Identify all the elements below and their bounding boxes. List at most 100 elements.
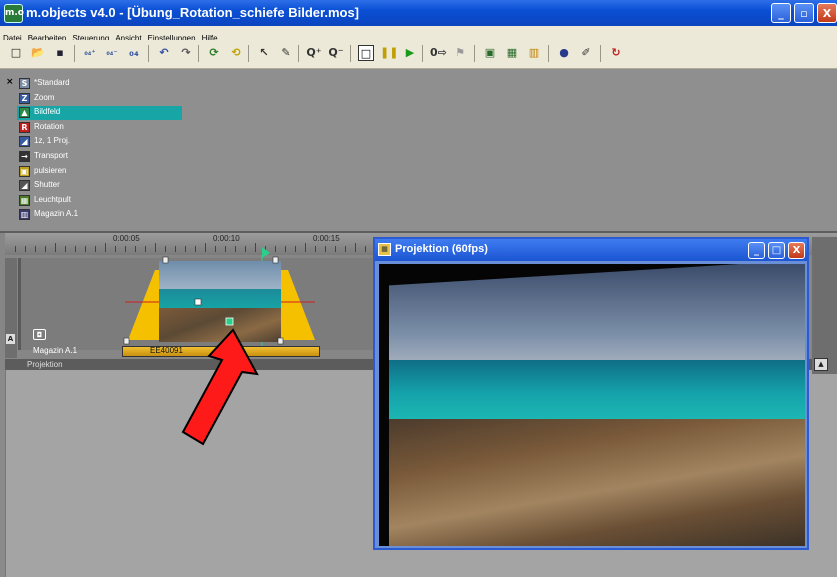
close-button[interactable]: X <box>817 3 837 23</box>
object-list-item[interactable]: Z Zoom <box>17 92 182 106</box>
object-list-item[interactable]: S *Standard <box>17 77 182 91</box>
ruler-label: 0:00:05 <box>113 234 140 243</box>
track-side-strip: A <box>5 258 17 358</box>
ruler-tick <box>355 243 356 252</box>
minimize-button[interactable]: _ <box>771 3 791 23</box>
projection-minimize-button[interactable]: _ <box>748 242 765 259</box>
toolbar-separator <box>198 45 199 62</box>
cycle-icon[interactable]: ⟳ <box>206 45 222 61</box>
ruler-tick <box>105 243 106 252</box>
ruler-tick <box>35 246 36 252</box>
app-icon[interactable]: m.o <box>4 4 24 23</box>
object-list-item[interactable]: ◢ 1z, 1 Proj. <box>17 135 182 149</box>
magazine-icon[interactable]: ▥ <box>526 45 542 61</box>
toolbar-separator <box>74 45 75 62</box>
play-icon[interactable]: ▶ <box>402 45 418 61</box>
cycle-alt-icon[interactable]: ⟲ <box>228 45 244 61</box>
toolbar-separator <box>148 45 149 62</box>
rotation-handle-icon <box>225 317 234 326</box>
object-panel: × S *Standard Z Zoom ▲ Bildfeld R Rotation ◢ 1z, … <box>0 69 837 233</box>
object-type-icon: ◢ <box>19 180 30 192</box>
stop-icon[interactable]: □ <box>358 45 374 61</box>
screen-icon[interactable]: ▦ <box>504 45 520 61</box>
object-list-item[interactable]: ▣ pulsieren <box>17 165 182 179</box>
object-type-icon: Z <box>19 92 30 104</box>
object-list-item[interactable]: ▦ Leuchtpult <box>17 194 182 208</box>
clip-label: EE40091 <box>150 346 183 355</box>
pointer-icon[interactable]: ↖ <box>256 45 272 61</box>
ruler-tick <box>45 246 46 252</box>
annotation-arrow-icon <box>181 328 259 446</box>
object-label: Transport <box>34 151 68 160</box>
maximize-button[interactable]: ▫ <box>794 3 814 23</box>
toolbar-separator <box>600 45 601 62</box>
camera-icon[interactable]: ◘ <box>33 329 46 340</box>
projection-preview-image <box>379 264 805 546</box>
object-remove-icon[interactable]: ₀₄⁻ <box>104 45 120 61</box>
toolbar-separator <box>474 45 475 62</box>
light-table-icon[interactable]: ▣ <box>482 45 498 61</box>
toolbar-separator <box>248 45 249 62</box>
object-type-icon: R <box>19 121 30 133</box>
pause-icon[interactable]: ❚❚ <box>380 45 398 61</box>
object-type-icon: ◢ <box>19 136 30 148</box>
ruler-tick <box>25 246 26 252</box>
zoom-out-icon[interactable]: Q⁻ <box>328 45 344 61</box>
projection-window-icon: ▦ <box>378 243 391 256</box>
scroll-up-icon[interactable]: ▲ <box>814 358 828 371</box>
zoom-in-icon[interactable]: Q⁺ <box>306 45 322 61</box>
toolbar-separator <box>350 45 351 62</box>
open-folder-icon[interactable]: 📂 <box>30 45 46 61</box>
keyframe-handle <box>272 256 279 264</box>
counter-icon[interactable]: 0⇨ <box>430 45 447 61</box>
object-label: Shutter <box>34 180 60 190</box>
object-label: Leuchtpult <box>34 194 71 204</box>
ruler-tick <box>335 246 336 252</box>
object-label: pulsieren <box>34 165 67 175</box>
ruler-tick <box>75 246 76 252</box>
object-label: Rotation <box>34 121 64 131</box>
ruler-label: 0:00:15 <box>313 234 340 243</box>
object-type-icon: ▥ <box>19 209 30 221</box>
object-icon[interactable]: ₀₄ <box>126 45 142 61</box>
projection-window[interactable]: ▦ Projektion (60fps) _ □ X <box>373 237 809 550</box>
object-label: Magazin A.1 <box>34 209 79 219</box>
object-list-item[interactable]: → Transport <box>17 150 182 164</box>
draw-icon[interactable]: ✎ <box>278 45 294 61</box>
panel-close-icon[interactable]: × <box>6 77 14 87</box>
projection-track-label: Projektion <box>27 360 63 369</box>
object-label: 1z, 1 Proj. <box>34 136 71 146</box>
object-add-icon[interactable]: ₀₄⁺ <box>82 45 98 61</box>
object-list-item[interactable]: R Rotation <box>17 121 182 135</box>
ruler-tick <box>55 243 56 252</box>
toolbar-separator <box>298 45 299 62</box>
object-type-icon: → <box>19 151 30 162</box>
projection-maximize-button[interactable]: □ <box>768 242 785 259</box>
wand-icon[interactable]: ✐ <box>578 45 594 61</box>
projection-window-title: Projektion (60fps) <box>395 243 488 255</box>
undo-icon[interactable]: ↶ <box>156 45 172 61</box>
object-list-item[interactable]: ▥ Magazin A.1 <box>17 208 182 222</box>
new-file-icon[interactable]: □ <box>8 45 24 61</box>
right-scroll-strip: ▲ <box>812 237 837 374</box>
projection-title-bar[interactable]: ▦ Projektion (60fps) _ □ X <box>375 239 807 261</box>
object-list-item[interactable]: ◢ Shutter <box>17 179 182 193</box>
tools-icon[interactable]: ● <box>556 45 572 61</box>
ruler-label: 0:00:10 <box>213 234 240 243</box>
save-icon[interactable]: ▪ <box>52 45 68 61</box>
keyframe-handle <box>162 256 169 264</box>
object-label: Bildfeld <box>34 107 61 117</box>
object-type-icon: S <box>19 78 30 89</box>
object-list-item[interactable]: ▲ Bildfeld <box>17 106 182 121</box>
object-label: *Standard <box>34 78 70 87</box>
ruler-tick <box>65 246 66 252</box>
object-type-icon: ▲ <box>19 107 30 119</box>
projection-close-button[interactable]: X <box>788 242 805 259</box>
ruler-tick <box>365 246 366 252</box>
track-a-marker[interactable]: A <box>6 334 15 344</box>
flag-icon[interactable]: ⚑ <box>452 45 468 61</box>
redo-icon[interactable]: ↷ <box>178 45 194 61</box>
loop-icon[interactable]: ↻ <box>608 45 624 61</box>
ruler-tick <box>15 246 16 252</box>
track-label: Magazin A.1 <box>33 346 78 355</box>
